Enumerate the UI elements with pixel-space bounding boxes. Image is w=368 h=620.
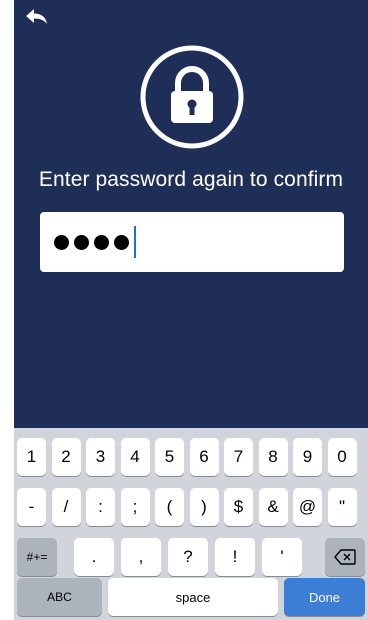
key[interactable]: $ [224, 488, 253, 526]
password-dot [54, 234, 69, 250]
key[interactable]: ! [215, 538, 255, 576]
key[interactable]: ) [189, 488, 219, 526]
app-screen: Enter password again to confirm [14, 0, 368, 428]
backspace-icon [334, 549, 356, 565]
masked-password [54, 234, 134, 250]
password-input[interactable] [40, 212, 344, 272]
key[interactable]: - [17, 488, 46, 526]
key[interactable]: @ [293, 488, 322, 526]
password-dot [114, 234, 129, 250]
key[interactable]: 6 [189, 438, 219, 476]
key[interactable]: ? [168, 538, 208, 576]
key[interactable]: . [74, 538, 114, 576]
space-key[interactable]: space [108, 578, 278, 616]
key[interactable]: 5 [155, 438, 184, 476]
text-caret [134, 226, 136, 258]
key[interactable]: 8 [258, 438, 288, 476]
key[interactable]: ' [262, 538, 302, 576]
back-arrow-icon [26, 9, 47, 24]
key[interactable]: 2 [51, 438, 81, 476]
key[interactable]: 9 [293, 438, 322, 476]
key[interactable]: " [327, 488, 357, 526]
password-dot [74, 234, 89, 250]
key[interactable]: 4 [120, 438, 150, 476]
lock-badge [138, 43, 246, 151]
done-key[interactable]: Done [284, 578, 365, 616]
backspace-key[interactable] [325, 538, 365, 576]
password-dot [94, 234, 109, 250]
key[interactable]: 3 [86, 438, 115, 476]
key[interactable]: 7 [224, 438, 253, 476]
confirm-password-prompt: Enter password again to confirm [38, 168, 344, 191]
numeric-keyboard: 1 2 3 4 5 6 7 8 9 0 - /:;() $ & @ " #+=.,?! ' ABC space Done [14, 428, 368, 620]
key[interactable]: , [121, 538, 161, 576]
key[interactable]: 1 [17, 438, 46, 476]
abc-key[interactable]: ABC [17, 578, 102, 616]
key[interactable]: : [86, 488, 115, 526]
key[interactable]: ; [120, 488, 150, 526]
key[interactable]: / [51, 488, 81, 526]
key[interactable]: ( [155, 488, 184, 526]
back-button[interactable] [22, 4, 52, 30]
key[interactable]: 0 [327, 438, 357, 476]
key[interactable]: & [258, 488, 288, 526]
symbols-mode-key[interactable]: #+= [17, 538, 57, 576]
lock-icon [140, 45, 244, 149]
